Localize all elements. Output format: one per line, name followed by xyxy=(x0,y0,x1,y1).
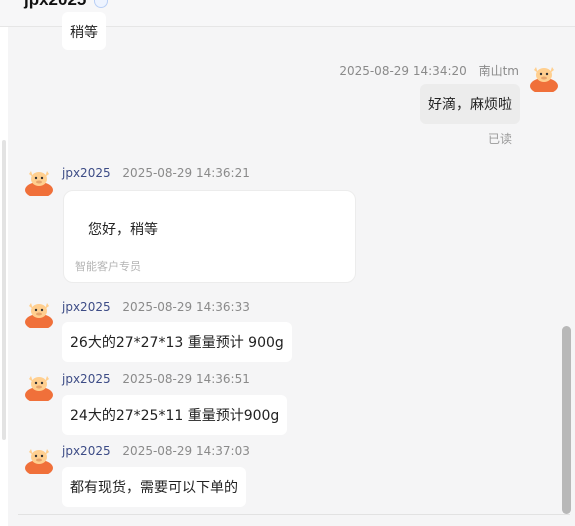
message-sender: jpx2025 xyxy=(62,166,111,180)
message-meta: jpx2025 2025-08-29 14:36:21 xyxy=(62,166,250,180)
message-sender: jpx2025 xyxy=(62,372,111,386)
contact-avatar[interactable] xyxy=(24,298,54,328)
message-bubble: 稍等 xyxy=(62,12,106,50)
contact-avatar[interactable] xyxy=(24,371,54,401)
message-text: 26大的27*27*13 重量预计 900g xyxy=(70,335,284,351)
message-time: 2025-08-29 14:34:20 xyxy=(339,64,467,78)
message-time: 2025-08-29 14:37:03 xyxy=(122,444,250,458)
message-text: 24大的27*25*11 重量预计900g xyxy=(70,408,280,424)
message-list[interactable]: 稍等 2025-08-29 14:34:20 南山tm 好滴，麻烦啦 已读 jp… xyxy=(8,12,560,514)
left-scrollbar-track xyxy=(2,140,6,440)
contact-avatar[interactable] xyxy=(24,444,54,474)
message-card: 您好，稍等 智能客户专员 xyxy=(63,190,356,283)
message-time: 2025-08-29 14:36:33 xyxy=(122,300,250,314)
cartoon-cow-avatar-icon xyxy=(25,376,53,401)
message-sender: 南山tm xyxy=(478,64,519,78)
cartoon-cow-avatar-icon xyxy=(25,303,53,328)
message-sender: jpx2025 xyxy=(62,444,111,458)
message-time: 2025-08-29 14:36:51 xyxy=(122,372,250,386)
contact-avatar[interactable] xyxy=(24,166,54,196)
message-bubble: 26大的27*27*13 重量预计 900g xyxy=(62,322,292,362)
left-panel-edge xyxy=(0,0,8,526)
read-status: 已读 xyxy=(488,132,513,146)
message-bubble: 都有现货，需要可以下单的 xyxy=(62,467,246,507)
user-avatar[interactable] xyxy=(529,62,559,92)
cartoon-cow-avatar-icon xyxy=(530,67,558,92)
message-meta: jpx2025 2025-08-29 14:37:03 xyxy=(62,444,250,458)
message-meta: 2025-08-29 14:34:20 南山tm xyxy=(339,62,519,79)
message-bubble: 好滴，麻烦啦 xyxy=(420,84,520,124)
contact-name: jpx2025 xyxy=(24,0,86,10)
message-text: 稍等 xyxy=(70,25,98,41)
cartoon-cow-avatar-icon xyxy=(25,171,53,196)
message-sender: jpx2025 xyxy=(62,300,111,314)
message-meta: jpx2025 2025-08-29 14:36:33 xyxy=(62,300,250,314)
contact-badge xyxy=(94,0,108,8)
message-time: 2025-08-29 14:36:21 xyxy=(122,166,250,180)
agent-tag: 智能客户专员 xyxy=(75,260,141,273)
message-text: 都有现货，需要可以下单的 xyxy=(70,480,238,496)
message-text: 您好，稍等 xyxy=(88,222,158,238)
chat-scrollbar[interactable] xyxy=(562,326,571,514)
message-text: 好滴，麻烦啦 xyxy=(428,97,512,113)
input-divider xyxy=(18,514,570,515)
message-meta: jpx2025 2025-08-29 14:36:51 xyxy=(62,372,250,386)
message-bubble: 24大的27*25*11 重量预计900g xyxy=(62,395,288,435)
cartoon-cow-avatar-icon xyxy=(25,449,53,474)
